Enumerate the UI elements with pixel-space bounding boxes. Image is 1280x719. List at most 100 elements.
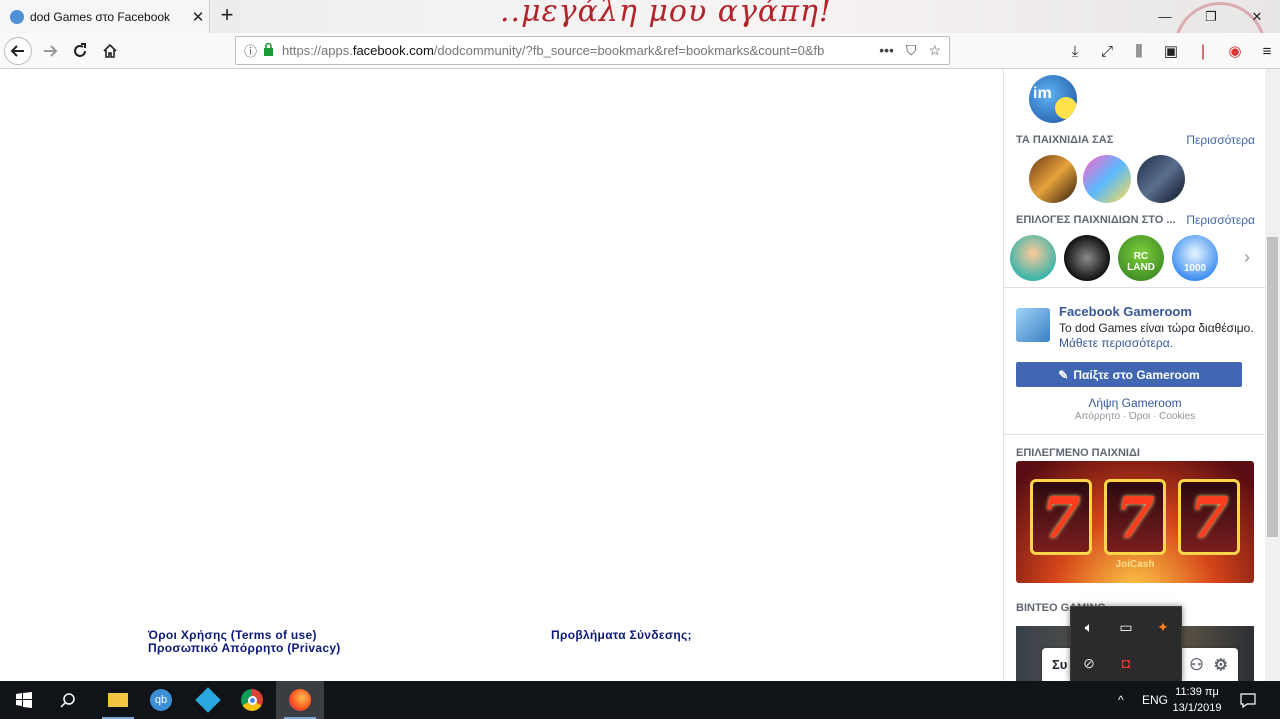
site-info-icon[interactable]: ⓘ (244, 41, 257, 60)
pick-label-rc-land: RC LAND (1127, 251, 1155, 273)
avatar-badge-icon (1055, 97, 1077, 119)
volume-icon[interactable]: 🔈︎ (1079, 617, 1099, 637)
pick-avatar-1000[interactable]: 1000 (1172, 235, 1218, 281)
library-icon[interactable]: ⫼ (1128, 37, 1150, 65)
folder-icon (108, 693, 128, 707)
menu-icon[interactable]: ≡ (1256, 37, 1278, 65)
start-button[interactable] (0, 681, 48, 719)
language-indicator[interactable]: ENG (1142, 681, 1168, 719)
footer-links-left: Όροι Χρήσης (Terms of use) Προσωπικό Από… (148, 629, 341, 655)
privacy-link[interactable]: Προσωπικό Απόρρητο (Privacy) (148, 642, 341, 655)
search-app-icon[interactable]: ◘ (1116, 653, 1136, 673)
chrome-icon (241, 689, 263, 711)
bookmark-star-icon[interactable]: ☆ (928, 42, 941, 59)
taskbar-file-explorer[interactable] (94, 681, 142, 719)
download-gameroom-link[interactable]: Λήψη Gameroom (1004, 396, 1266, 410)
home-icon (103, 43, 117, 58)
reload-icon (74, 43, 86, 57)
mic-muted-icon[interactable]: ⊘ (1079, 653, 1099, 673)
window-controls: — ❐ ✕ (1142, 0, 1280, 33)
download-icon[interactable]: ⤓ (1064, 37, 1086, 65)
windows-logo-icon (16, 692, 32, 708)
featured-game-banner[interactable]: 7 7 7 JoiCash (1016, 461, 1254, 583)
tab-favicon-icon (10, 9, 24, 24)
lock-icon (263, 42, 274, 59)
facebook-games-sidebar: im ΤΑ ΠΑΙΧΝΙΔΙΑ ΣΑΣ Περισσότερα ΕΠΙΛΟΓΕΣ… (1003, 69, 1266, 681)
browser-toolbar: ⓘ https://apps.facebook.com/dodcommunity… (0, 33, 1280, 69)
clock-date: 13/1/2019 (1172, 702, 1222, 714)
pick-avatar-shark[interactable] (1064, 235, 1110, 281)
gameroom-title[interactable]: Facebook Gameroom (1059, 304, 1192, 319)
gameroom-fine-print[interactable]: Απόρρητο · Όροι · Cookies (1004, 411, 1266, 422)
game-picks-more-link[interactable]: Περισσότερα (1186, 213, 1255, 227)
toolbar-icons: ⤓ ⤢ ⫼ ▣ ❘ ◉ ≡ (1064, 37, 1278, 65)
back-arrow-icon (10, 45, 24, 57)
game-avatar-house[interactable] (1083, 155, 1131, 203)
sidebar-toggle-icon[interactable]: ▣ (1160, 37, 1182, 65)
featured-game-title: ΕΠΙΛΕΓΜΕΝΟ ΠΑΙΧΝΙΔΙ (1016, 447, 1140, 459)
qbittorrent-icon: qb (150, 689, 172, 711)
page-content: Όροι Χρήσης (Terms of use) Προσωπικό Από… (0, 69, 1280, 681)
taskbar-kodi[interactable] (184, 681, 232, 719)
pick-avatar-rc-land[interactable]: RC LAND (1118, 235, 1164, 281)
browser-tab-active[interactable]: dod Games στο Facebook ✕ (0, 0, 210, 33)
theme-decoration-text: ..μεγάλη μου αγάπη! (500, 0, 832, 29)
address-bar[interactable]: ⓘ https://apps.facebook.com/dodcommunity… (235, 36, 950, 65)
play-in-gameroom-button[interactable]: ✎ Παίξτε στο Gameroom (1016, 362, 1242, 387)
search-button[interactable] (44, 681, 92, 719)
friends-icon[interactable]: ⚇ (1189, 655, 1203, 675)
game-avatar-backgammon[interactable] (1029, 155, 1077, 203)
home-button[interactable] (96, 37, 124, 65)
connection-problems-link[interactable]: Προβλήματα Σύνδεσης; (551, 629, 692, 642)
pocket-icon[interactable]: ⛉ (906, 42, 917, 59)
restore-button[interactable]: ❐ (1188, 0, 1234, 33)
forward-button[interactable] (36, 37, 64, 65)
notifications-button[interactable] (1240, 681, 1256, 719)
show-hidden-icons-button[interactable]: ^ (1118, 681, 1124, 719)
your-games-title: ΤΑ ΠΑΙΧΝΙΔΙΑ ΣΑΣ (1016, 134, 1114, 146)
search-icon (60, 693, 75, 708)
browser-tab-strip: ..μεγάλη μου αγάπη! dod Games στο Facebo… (0, 0, 1280, 94)
scrollbar-thumb[interactable] (1267, 237, 1278, 537)
minimize-button[interactable]: — (1142, 0, 1188, 33)
pick-avatar-character[interactable] (1010, 235, 1056, 281)
slot-reel-3: 7 (1178, 479, 1240, 555)
reload-button[interactable] (66, 37, 94, 65)
slot-brand-text: JoiCash (1115, 559, 1155, 570)
network-icon[interactable]: ▭ (1116, 617, 1136, 637)
system-clock[interactable]: 11:39 πμ 13/1/2019 (1166, 684, 1228, 716)
gameroom-promo: Facebook Gameroom Το dod Games είναι τώρ… (1004, 287, 1266, 435)
tab-close-icon[interactable]: ✕ (187, 8, 209, 26)
forward-arrow-icon (44, 45, 58, 57)
extension-icon[interactable]: ❘ (1192, 37, 1214, 65)
game-picks-title: ΕΠΙΛΟΓΕΣ ΠΑΙΧΝΙΔΙΩΝ ΣΤΟ ... (1016, 214, 1176, 226)
fullscreen-icon[interactable]: ⤢ (1096, 37, 1118, 65)
kodi-icon (195, 687, 221, 713)
recent-game-avatar[interactable]: im (1029, 75, 1077, 123)
taskbar-firefox[interactable] (276, 681, 324, 719)
page-actions-icon[interactable]: ••• (879, 42, 894, 59)
windows-taskbar: qb ^ ENG 11:39 πμ 13/1/2019 (0, 681, 1280, 719)
page-scrollbar[interactable] (1265, 69, 1280, 681)
taskbar-chrome[interactable] (228, 681, 276, 719)
game-avatar-soccer-manager[interactable] (1137, 155, 1185, 203)
gameroom-learn-more-link[interactable]: Μάθετε περισσότερα. (1059, 336, 1173, 350)
new-tab-button[interactable]: + (214, 4, 240, 28)
gameroom-icon (1016, 308, 1050, 342)
your-games-more-link[interactable]: Περισσότερα (1186, 133, 1255, 147)
gamepad-icon: ✎ (1058, 367, 1069, 382)
taskbar-qbittorrent[interactable]: qb (137, 681, 185, 719)
tab-title: dod Games στο Facebook (30, 9, 171, 24)
avast-icon[interactable]: ✦ (1153, 617, 1173, 637)
back-button[interactable] (4, 37, 32, 65)
firefox-icon (289, 689, 311, 711)
addon-icon[interactable]: ◉ (1224, 37, 1246, 65)
chat-settings-icon[interactable]: ⚙ (1214, 655, 1228, 675)
clock-time: 11:39 πμ (1175, 686, 1219, 698)
avatar-text: im (1033, 85, 1052, 102)
gameroom-description: Το dod Games είναι τώρα διαθέσιμο. (1059, 321, 1254, 335)
url-text[interactable]: https://apps.facebook.com/dodcommunity/?… (282, 43, 879, 58)
close-window-button[interactable]: ✕ (1234, 0, 1280, 33)
play-in-gameroom-label: Παίξτε στο Gameroom (1073, 367, 1200, 382)
picks-next-icon[interactable]: › (1244, 247, 1250, 268)
